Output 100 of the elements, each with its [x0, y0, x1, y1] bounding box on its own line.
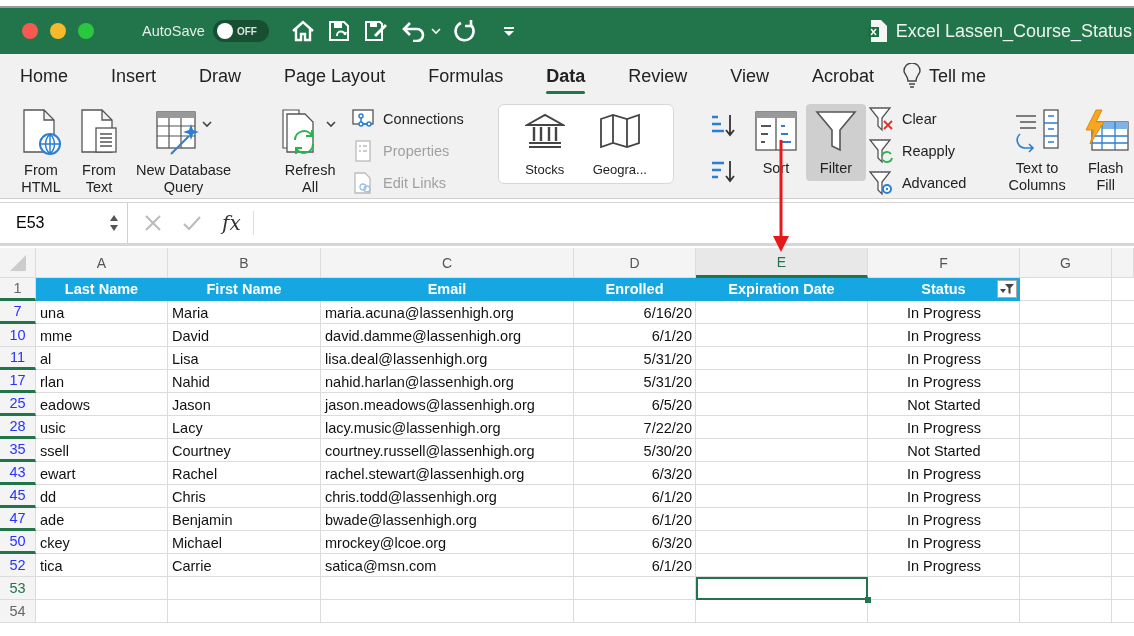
- row-header[interactable]: 35: [0, 439, 36, 462]
- table-cell-text: In Progress: [905, 533, 983, 553]
- column-header[interactable]: A: [36, 248, 168, 278]
- text-file-icon: [78, 108, 120, 156]
- table-cell-text: In Progress: [905, 418, 983, 438]
- column-header[interactable]: B: [168, 248, 321, 278]
- row-header[interactable]: 11: [0, 347, 36, 370]
- save-edit-icon[interactable]: [362, 19, 389, 43]
- row-header[interactable]: 45: [0, 485, 36, 508]
- advanced-filter-icon[interactable]: [867, 170, 894, 196]
- table-cell-text: 7/22/20: [642, 418, 693, 438]
- ribbon-tab[interactable]: View: [722, 54, 777, 98]
- advanced-button[interactable]: Advanced: [865, 170, 969, 196]
- row-header[interactable]: 54: [0, 600, 36, 623]
- table-header-cell: Enrolled: [574, 278, 696, 301]
- connections-icon[interactable]: [351, 108, 376, 130]
- table-cell-text: ssell: [39, 441, 70, 461]
- autosave-toggle[interactable]: OFF: [212, 20, 269, 42]
- window-title: Excel Lassen_Course_Status: [895, 20, 1132, 42]
- maximize-button[interactable]: [78, 23, 94, 39]
- reapply-button[interactable]: Reapply: [865, 138, 969, 164]
- table-cell-text: usic: [39, 418, 67, 438]
- column-header[interactable]: E: [696, 248, 868, 278]
- table-cell-text: david.damme@lassenhigh.org: [324, 326, 523, 346]
- map-icon[interactable]: [598, 113, 641, 149]
- text-to-columns-button[interactable]: Text to Columns: [1000, 104, 1074, 198]
- document-icon: [867, 19, 888, 43]
- row-header[interactable]: 28: [0, 416, 36, 439]
- row-header[interactable]: 1: [0, 278, 36, 301]
- active-cell[interactable]: [696, 577, 868, 600]
- caret-icon[interactable]: [430, 27, 441, 35]
- refresh-all-button[interactable]: Refresh All: [271, 104, 350, 200]
- from-html-button[interactable]: From HTML: [12, 104, 70, 200]
- table-cell-text: Lisa: [171, 349, 200, 369]
- reapply-filter-icon[interactable]: [867, 138, 894, 164]
- table-cell-text: Chris: [171, 487, 207, 507]
- row-header[interactable]: 10: [0, 324, 36, 347]
- table-cell-text: 6/3/20: [650, 464, 693, 484]
- home-icon[interactable]: [290, 20, 315, 42]
- ribbon-tab[interactable]: Formulas: [420, 54, 512, 98]
- table-cell-text: 6/16/20: [642, 303, 693, 323]
- table-cell-text: Not Started: [906, 395, 982, 415]
- row-header[interactable]: 47: [0, 508, 36, 531]
- row-header[interactable]: 50: [0, 531, 36, 554]
- table-cell-text: 6/1/20: [650, 556, 693, 576]
- table-cell-text: In Progress: [905, 349, 983, 369]
- geography-button[interactable]: Geogra...: [584, 109, 655, 182]
- table-cell-text: In Progress: [905, 487, 983, 507]
- table-cell-text: In Progress: [905, 510, 983, 530]
- table-cell-text: Maria: [171, 303, 210, 323]
- table-cell-text: In Progress: [905, 556, 983, 576]
- column-header[interactable]: D: [574, 248, 696, 278]
- ribbon-tab[interactable]: Draw: [191, 54, 250, 98]
- filter-dropdown[interactable]: [997, 280, 1017, 298]
- row-header[interactable]: 53: [0, 577, 36, 600]
- from-text-button[interactable]: From Text: [70, 104, 128, 200]
- ribbon-tab[interactable]: Data: [538, 54, 594, 98]
- column-header[interactable]: C: [321, 248, 574, 278]
- ribbon-tab[interactable]: Acrobat: [803, 54, 882, 98]
- ribbon-tab[interactable]: Home: [12, 54, 76, 98]
- column-header[interactable]: F: [868, 248, 1020, 278]
- table-cell-text: Courtney: [171, 441, 232, 461]
- table-cell-text: dd: [39, 487, 58, 507]
- table-cell-text: 5/31/20: [642, 372, 693, 392]
- row-header[interactable]: 52: [0, 554, 36, 577]
- tell-me-search[interactable]: Tell me: [928, 65, 986, 87]
- table-cell-text: Carrie: [171, 556, 213, 576]
- table-header-cell: Status: [868, 278, 1020, 301]
- stepper-icon[interactable]: [109, 213, 119, 233]
- bank-icon[interactable]: [524, 113, 565, 149]
- clear-button[interactable]: Clear: [865, 106, 969, 132]
- row-header[interactable]: 43: [0, 462, 36, 485]
- row-header[interactable]: 17: [0, 370, 36, 393]
- table-cell-text: maria.acuna@lassenhigh.org: [324, 303, 515, 323]
- column-header[interactable]: G: [1020, 248, 1112, 278]
- ribbon-tab[interactable]: Review: [620, 54, 696, 98]
- minimize-button[interactable]: [50, 23, 66, 39]
- table-cell-text: 5/30/20: [642, 441, 693, 461]
- clear-filter-icon[interactable]: [867, 106, 894, 132]
- save-sync-icon[interactable]: [326, 19, 351, 43]
- name-box[interactable]: E53: [0, 203, 128, 243]
- flash-fill-button[interactable]: Flash Fill: [1073, 104, 1134, 198]
- ribbon-tab[interactable]: Insert: [103, 54, 165, 98]
- table-cell-text: 5/31/20: [642, 349, 693, 369]
- row-header[interactable]: 7: [0, 301, 36, 324]
- sort-ascending-icon[interactable]: [709, 112, 736, 138]
- redo-icon[interactable]: [452, 19, 477, 43]
- ribbon-tab[interactable]: Page Layout: [276, 54, 394, 98]
- lightbulb-icon: [902, 63, 921, 89]
- row-header[interactable]: 25: [0, 393, 36, 416]
- insert-function-button[interactable]: fx: [222, 211, 254, 235]
- connections-button[interactable]: Connections: [349, 106, 466, 132]
- stocks-button[interactable]: Stocks: [516, 109, 573, 182]
- table-cell-text: tica: [39, 556, 64, 576]
- undo-icon[interactable]: [400, 20, 427, 42]
- table-cell-text: David: [171, 326, 211, 346]
- sort-descending-icon[interactable]: [709, 158, 736, 184]
- filter-button[interactable]: Filter: [805, 104, 866, 181]
- new-query-button[interactable]: New Database Query: [128, 104, 240, 200]
- table-cell-text: 6/1/20: [650, 487, 693, 507]
